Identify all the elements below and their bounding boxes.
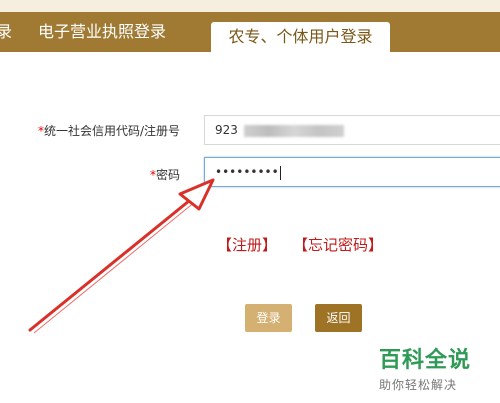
credit-code-label: *统一社会信用代码/注册号 <box>0 122 180 139</box>
forgot-password-link[interactable]: 【忘记密码】 <box>293 234 383 255</box>
credit-code-label-text: 统一社会信用代码/注册号 <box>43 124 180 138</box>
password-label: *密码 <box>0 166 180 183</box>
top-strip <box>0 0 500 12</box>
text-caret <box>279 165 281 180</box>
password-value: ••••••••• <box>215 165 279 179</box>
password-label-text: 密码 <box>155 168 180 182</box>
redacted-blur <box>243 124 344 137</box>
tab-partial-login[interactable]: 录 <box>0 12 12 52</box>
password-input[interactable]: ••••••••• <box>204 157 500 187</box>
watermark-subtitle: 助你轻松解决 <box>379 378 458 392</box>
register-link[interactable]: 【注册】 <box>217 234 277 255</box>
watermark: 百科全说 助你轻松解决 <box>379 342 489 393</box>
back-button[interactable]: 返回 <box>315 304 362 332</box>
login-tab-bar: 录 电子营业执照登录 农专、个体用户登录 <box>0 12 500 52</box>
tab-electronic-license-login[interactable]: 电子营业执照登录 <box>38 12 166 52</box>
watermark-title: 百科全说 <box>379 348 472 373</box>
login-button[interactable]: 登录 <box>245 304 292 332</box>
tab-farmer-individual-login[interactable]: 农专、个体用户登录 <box>211 22 390 52</box>
credit-code-input[interactable]: 923 <box>204 115 500 145</box>
credit-code-value: 923 <box>215 123 238 137</box>
